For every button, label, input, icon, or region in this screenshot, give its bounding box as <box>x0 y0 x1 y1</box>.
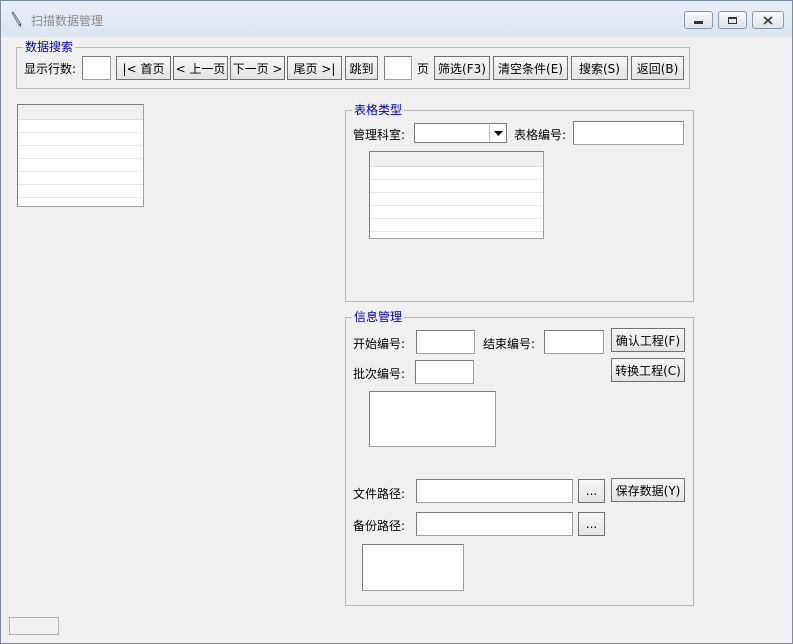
end-no-label: 结束编号: <box>483 337 536 351</box>
title-bar[interactable]: 扫描数据管理 <box>1 1 792 37</box>
save-data-button[interactable]: 保存数据(Y) <box>611 478 685 502</box>
grid-header <box>370 152 543 167</box>
form-type-grid[interactable] <box>369 151 544 239</box>
table-row[interactable] <box>18 120 143 133</box>
last-page-button[interactable]: 尾页 >| <box>287 56 342 80</box>
batch-no-input[interactable] <box>415 360 474 384</box>
end-no-input[interactable] <box>544 330 604 354</box>
clear-conditions-button[interactable]: 清空条件(E) <box>493 56 568 80</box>
browse-file-path-button[interactable]: ... <box>578 479 605 503</box>
table-row[interactable] <box>370 167 543 180</box>
filter-button[interactable]: 筛选(F3) <box>434 56 490 80</box>
start-no-label: 开始编号: <box>353 337 406 351</box>
table-row[interactable] <box>18 146 143 159</box>
prev-page-button[interactable]: < 上一页 <box>173 56 228 80</box>
confirm-project-button[interactable]: 确认工程(F) <box>611 328 685 352</box>
next-page-button[interactable]: 下一页 > <box>230 56 285 80</box>
start-no-input[interactable] <box>416 330 475 354</box>
info-group-legend: 信息管理 <box>354 310 403 324</box>
chevron-down-icon <box>493 130 503 136</box>
form-no-input[interactable] <box>573 121 684 145</box>
jump-button[interactable]: 跳到 <box>345 56 378 80</box>
data-grid[interactable] <box>17 104 144 207</box>
page-input[interactable] <box>384 56 412 80</box>
minimize-icon <box>694 21 703 24</box>
file-path-label: 文件路径: <box>353 487 406 501</box>
maximize-button[interactable] <box>718 11 747 29</box>
table-row[interactable] <box>18 185 143 198</box>
client-area: 数据搜索 显示行数: |< 首页 < 上一页 下一页 > 尾页 >| 跳到 页 … <box>8 37 785 638</box>
close-button[interactable] <box>752 11 784 29</box>
back-button[interactable]: 返回(B) <box>631 56 684 80</box>
backup-path-label: 备份路径: <box>353 519 406 533</box>
table-row[interactable] <box>370 193 543 206</box>
status-bar <box>9 617 59 635</box>
dept-label: 管理科室: <box>353 128 406 142</box>
window-title: 扫描数据管理 <box>31 14 104 28</box>
close-icon <box>763 15 773 25</box>
table-row[interactable] <box>18 159 143 172</box>
backup-preview-box[interactable] <box>362 544 464 591</box>
batch-no-label: 批次编号: <box>353 367 406 381</box>
minimize-button[interactable] <box>684 11 713 29</box>
table-row[interactable] <box>370 206 543 219</box>
info-list-box[interactable] <box>369 391 496 447</box>
first-page-button[interactable]: |< 首页 <box>116 56 171 80</box>
form-type-group-legend: 表格类型 <box>354 103 403 117</box>
search-button[interactable]: 搜索(S) <box>571 56 628 80</box>
dept-select[interactable] <box>414 123 507 143</box>
file-path-input[interactable] <box>416 479 573 503</box>
search-group-legend: 数据搜索 <box>25 40 74 54</box>
rows-input[interactable] <box>82 56 111 80</box>
rows-label: 显示行数: <box>24 62 77 76</box>
table-row[interactable] <box>18 172 143 185</box>
form-no-label: 表格编号: <box>514 128 567 142</box>
main-window: 扫描数据管理 数据搜索 显示行数: |< 首页 < 上一页 下一页 > 尾页 >… <box>0 0 793 644</box>
table-row[interactable] <box>370 180 543 193</box>
browse-backup-path-button[interactable]: ... <box>578 512 605 536</box>
dropdown-arrow[interactable] <box>489 124 506 142</box>
table-row[interactable] <box>370 219 543 232</box>
maximize-icon <box>728 16 737 24</box>
backup-path-input[interactable] <box>416 512 573 536</box>
pen-icon <box>11 11 22 27</box>
grid-header <box>18 105 143 120</box>
table-row[interactable] <box>18 133 143 146</box>
convert-project-button[interactable]: 转换工程(C) <box>611 358 685 382</box>
page-unit-label: 页 <box>417 62 430 76</box>
